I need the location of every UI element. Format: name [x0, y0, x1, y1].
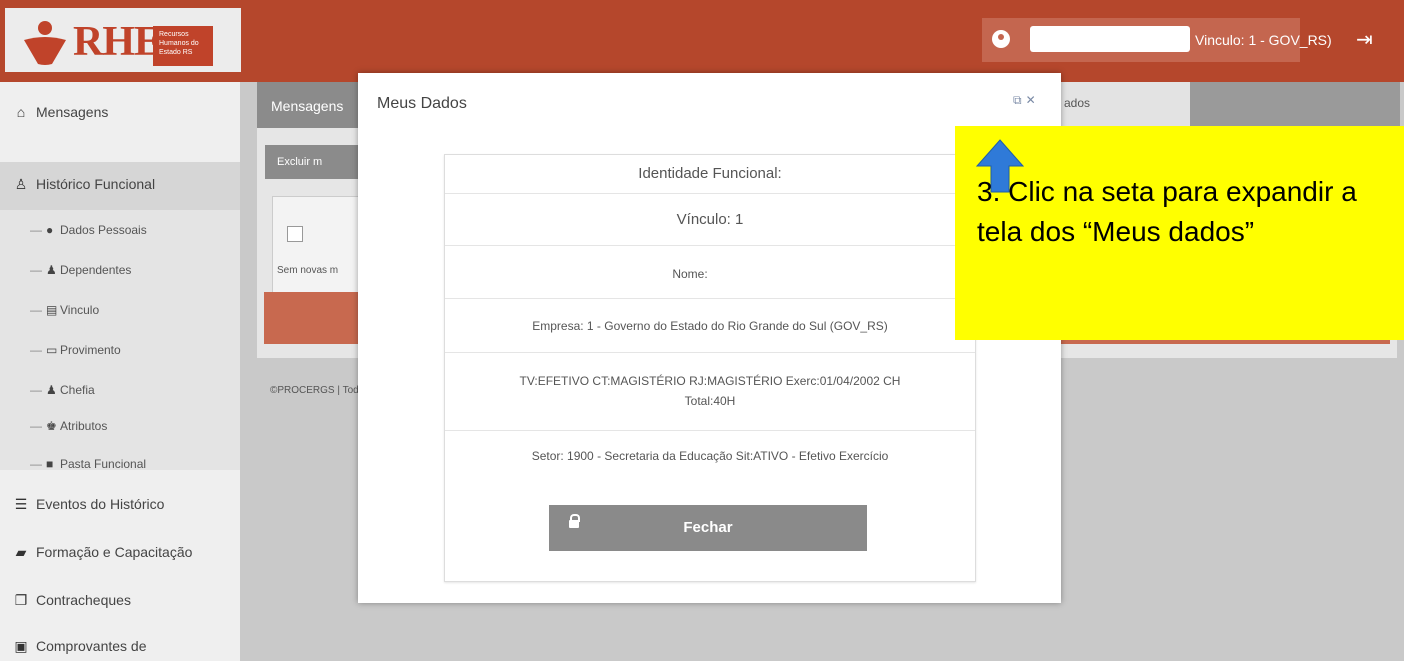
user-tie-icon: ♚ [46, 419, 57, 433]
book-icon: ▰ [15, 544, 27, 560]
folder-icon: ▭ [46, 343, 58, 357]
user-icon: ● [46, 223, 54, 237]
logo-drop-icon [24, 21, 66, 65]
logo-text: RHE [73, 19, 162, 65]
identidade-funcional: Identidade Funcional: [445, 155, 975, 194]
vinculo-row: Vínculo: 1 [445, 194, 975, 246]
users-icon: ♟ [46, 383, 57, 397]
sidebar-subitem-label: Pasta Funcional [60, 457, 147, 471]
excluir-button[interactable]: Excluir m [265, 145, 365, 179]
close-icon[interactable]: ✕ [1026, 93, 1036, 107]
expand-icon[interactable]: ⧉ [1013, 93, 1022, 107]
sidebar-subitem-label: Chefia [60, 383, 95, 397]
sidebar-subitem-vinculo[interactable]: — ▤ Vinculo [30, 303, 99, 317]
list-icon: ☰ [14, 496, 28, 512]
modal-title: Meus Dados [377, 95, 467, 112]
sidebar-item-historico-funcional[interactable]: ♙ Histórico Funcional [0, 176, 240, 193]
redacted-user-name [1030, 26, 1190, 52]
logo-subtitle: Recursos Humanos do Estado RS [153, 26, 213, 66]
sidebar-subitem-label: Atributos [60, 419, 108, 433]
tab-right-dark[interactable] [1190, 82, 1400, 126]
tab-right[interactable]: ados [1060, 82, 1190, 126]
id-card-icon: ▤ [46, 303, 58, 317]
user-icon [992, 30, 1010, 48]
sidebar-item-label: Histórico Funcional [36, 176, 156, 192]
tipo-vinculo-line1: TV:EFETIVO CT:MAGISTÉRIO RJ:MAGISTÉRIO E… [519, 374, 901, 388]
users-icon: ♟ [46, 263, 57, 277]
sidebar-subitem-atributos[interactable]: — ♚ Atributos [30, 419, 107, 433]
logout-icon[interactable]: ⇥ [1356, 30, 1378, 50]
logo[interactable]: RHE Recursos Humanos do Estado RS [5, 8, 241, 72]
fechar-button[interactable]: Fechar [549, 505, 867, 551]
tab-mensagens[interactable]: Mensagens [257, 82, 367, 128]
setor-row: Setor: 1900 - Secretaria da Educação Sit… [531, 449, 889, 463]
tipo-vinculo-row: TV:EFETIVO CT:MAGISTÉRIO RJ:MAGISTÉRIO E… [445, 353, 975, 431]
sidebar-item-label: Mensagens [36, 104, 109, 120]
fechar-label: Fechar [683, 519, 733, 536]
instruction-text: 3. Clic na seta para expandir a tela dos… [977, 176, 1357, 247]
user-outline-icon: ♙ [14, 176, 28, 192]
sidebar-item-mensagens[interactable]: ⌂ Mensagens [0, 104, 240, 120]
sidebar-subitem-provimento[interactable]: — ▭ Provimento [30, 343, 121, 357]
sidebar-subitem-chefia[interactable]: — ♟ Chefia [30, 383, 95, 397]
sidebar-subitem-label: Dependentes [60, 263, 132, 277]
sidebar-item-label: Formação e Capacitação [36, 544, 193, 560]
top-header: RHE Recursos Humanos do Estado RS Vincul… [0, 0, 1404, 82]
nome-row: Nome: [445, 246, 975, 299]
select-all-checkbox[interactable] [287, 226, 303, 242]
sidebar-item-eventos-historico[interactable]: ☰ Eventos do Histórico [0, 496, 240, 513]
user-vinculo-dropdown[interactable]: Vinculo: 1 - GOV_RS) [1195, 32, 1332, 48]
sidebar-item-contracheques[interactable]: ❐ Contracheques [0, 592, 240, 609]
sidebar-subitem-dependentes[interactable]: — ♟ Dependentes [30, 263, 131, 277]
empty-message: Sem novas m [277, 265, 339, 276]
sidebar-subitem-label: Vinculo [60, 303, 100, 317]
sidebar-item-formacao[interactable]: ▰ Formação e Capacitação [0, 544, 240, 561]
sidebar-item-comprovantes[interactable]: ▣ Comprovantes de [0, 638, 240, 655]
folder-icon: ■ [46, 457, 54, 471]
sidebar-item-label: Eventos do Histórico [36, 496, 165, 512]
sidebar-subitem-dados-pessoais[interactable]: — ● Dados Pessoais [30, 223, 147, 237]
modal-controls: ⧉ ✕ [1009, 93, 1036, 108]
empresa-row: Empresa: 1 - Governo do Estado do Rio Gr… [445, 299, 975, 353]
lock-icon [569, 514, 580, 528]
app-window: RHE Recursos Humanos do Estado RS Vincul… [0, 0, 1404, 661]
copy-icon: ❐ [14, 592, 28, 608]
identity-card: Identidade Funcional: Vínculo: 1 Nome: E… [444, 154, 976, 582]
sidebar: ⌂ Mensagens ♙ Histórico Funcional — ● Dados … [0, 82, 240, 661]
sidebar-item-label: Contracheques [36, 592, 131, 608]
tipo-vinculo-line2: Total:40H [684, 394, 736, 408]
sidebar-item-label: Comprovantes de [36, 638, 147, 654]
monitor-icon: ▣ [14, 638, 28, 654]
sidebar-subitem-label: Provimento [60, 343, 121, 357]
instruction-callout: 3. Clic na seta para expandir a tela dos… [955, 126, 1404, 340]
home-icon: ⌂ [16, 104, 26, 120]
sidebar-subitem-pasta-funcional[interactable]: — ■ Pasta Funcional [30, 457, 146, 471]
footer-copyright: ©PROCERGS | Tod [270, 385, 359, 396]
sidebar-subitem-label: Dados Pessoais [60, 223, 147, 237]
